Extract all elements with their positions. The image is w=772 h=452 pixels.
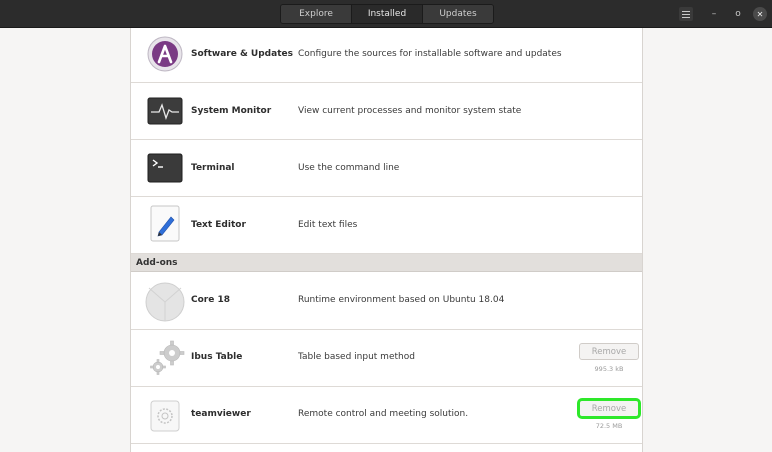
app-description: Edit text files	[298, 220, 358, 230]
app-description: Runtime environment based on Ubuntu 18.0…	[298, 295, 505, 305]
app-description: Configure the sources for installable so…	[298, 49, 562, 59]
header-bar: Explore Installed Updates – o ✕	[0, 0, 772, 28]
addon-row-core18[interactable]: Core 18 Runtime environment based on Ubu…	[131, 272, 642, 330]
terminal-icon	[147, 150, 183, 186]
app-name: Terminal	[191, 163, 235, 173]
addon-row-teamviewer[interactable]: teamviewer Remote control and meeting so…	[131, 387, 642, 444]
core-icon	[145, 282, 185, 322]
app-name: Software & Updates	[191, 49, 293, 59]
app-description: Remote control and meeting solution.	[298, 409, 469, 419]
app-name: teamviewer	[191, 409, 251, 419]
installed-size: 72.5 MB	[595, 422, 623, 430]
view-switcher: Explore Installed Updates	[280, 4, 494, 24]
gears-icon	[145, 338, 185, 378]
app-row-software-updates[interactable]: Software & Updates Configure the sources…	[131, 28, 642, 83]
hamburger-icon	[682, 10, 690, 18]
installed-size: 995.3 kB	[594, 365, 624, 373]
app-row-system-monitor[interactable]: System Monitor View current processes an…	[131, 83, 642, 140]
app-row-terminal[interactable]: Terminal Use the command line	[131, 140, 642, 197]
app-name: Core 18	[191, 295, 230, 305]
close-button[interactable]: ✕	[753, 7, 767, 21]
app-name: Text Editor	[191, 220, 246, 230]
tab-updates[interactable]: Updates	[423, 5, 493, 23]
app-name: Ibus Table	[191, 352, 243, 362]
text-editor-icon	[147, 205, 183, 242]
software-updates-icon	[147, 36, 183, 72]
teamviewer-icon	[147, 398, 183, 434]
app-row-text-editor[interactable]: Text Editor Edit text files	[131, 197, 642, 254]
installed-list: Software & Updates Configure the sources…	[130, 28, 643, 452]
app-description: View current processes and monitor syste…	[298, 106, 522, 116]
system-monitor-icon	[147, 93, 183, 129]
tab-installed[interactable]: Installed	[352, 5, 423, 23]
remove-button-teamviewer[interactable]: Remove	[577, 398, 641, 419]
tab-explore[interactable]: Explore	[281, 5, 352, 23]
minimize-button[interactable]: –	[707, 7, 721, 21]
maximize-button[interactable]: o	[731, 7, 745, 21]
app-name: System Monitor	[191, 106, 272, 116]
menu-button[interactable]	[679, 7, 693, 21]
addon-row-ibus-table[interactable]: Ibus Table Table based input method Remo…	[131, 330, 642, 387]
app-description: Table based input method	[298, 352, 415, 362]
remove-button-ibus-table[interactable]: Remove	[579, 343, 639, 360]
app-description: Use the command line	[298, 163, 400, 173]
addons-section-header: Add-ons	[131, 254, 642, 272]
